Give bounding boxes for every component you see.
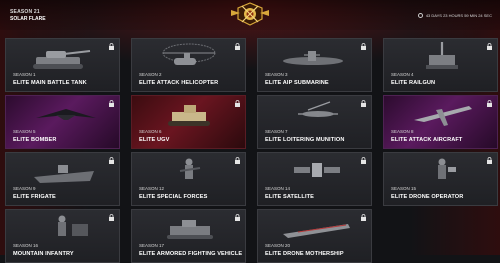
- lock-icon: [235, 43, 240, 50]
- card-elite-main-battle-tank[interactable]: SEASON 1 ELITE MAIN BATTLE TANK: [5, 38, 120, 92]
- lock-icon: [361, 214, 366, 221]
- card-title: ELITE ARMORED FIGHTING VEHICLE: [139, 251, 243, 257]
- season-header: SEASON 21 SOLAR FLARE: [10, 9, 46, 22]
- card-season: SEASON 5: [13, 129, 36, 134]
- clock-icon: [417, 13, 423, 18]
- card-season: SEASON 20: [265, 243, 291, 248]
- lock-icon: [235, 100, 240, 107]
- card-season: SEASON 8: [391, 129, 414, 134]
- season-label: SEASON 21: [10, 9, 40, 15]
- card-season: SEASON 9: [13, 186, 36, 191]
- card-season: SEASON 7: [265, 129, 288, 134]
- card-title: ELITE DRONE MOTHERSHIP: [265, 251, 344, 257]
- lock-icon: [109, 100, 114, 107]
- lock-icon: [487, 43, 492, 50]
- card-title: ELITE SPECIAL FORCES: [139, 194, 208, 200]
- card-elite-aip-submarine[interactable]: SEASON 3 ELITE AIP SUBMARINE: [257, 38, 372, 92]
- card-elite-attack-aircraft[interactable]: SEASON 8 ELITE ATTACK AIRCRAFT: [383, 95, 498, 149]
- season-name: SOLAR FLARE: [10, 16, 46, 22]
- card-title: ELITE MAIN BATTLE TANK: [13, 80, 87, 86]
- card-title: ELITE BOMBER: [13, 137, 57, 143]
- card-title: ELITE SATELLITE: [265, 194, 314, 200]
- card-season: SEASON 16: [13, 243, 39, 248]
- card-title: ELITE DRONE OPERATOR: [391, 194, 464, 200]
- card-elite-ugv[interactable]: SEASON 6 ELITE UGV: [131, 95, 246, 149]
- timer-text: 43 DAYS 23 HOURS 59 MIN 24 SEC: [425, 13, 492, 18]
- card-title: MOUNTAIN INFANTRY: [13, 251, 74, 257]
- lock-icon: [487, 100, 492, 107]
- lock-icon: [235, 157, 240, 164]
- card-title: ELITE ATTACK HELICOPTER: [139, 80, 219, 86]
- card-season: SEASON 6: [139, 129, 162, 134]
- card-elite-frigate[interactable]: SEASON 9 ELITE FRIGATE: [5, 152, 120, 206]
- card-title: ELITE RAILGUN: [391, 80, 436, 86]
- card-elite-drone-operator[interactable]: SEASON 15 ELITE DRONE OPERATOR: [383, 152, 498, 206]
- lock-icon: [235, 214, 240, 221]
- lock-icon: [487, 157, 492, 164]
- card-season: SEASON 4: [391, 72, 414, 77]
- card-season: SEASON 14: [265, 186, 291, 191]
- lock-icon: [109, 214, 114, 221]
- lock-icon: [361, 100, 366, 107]
- card-title: ELITE LOITERING MUNITION: [265, 137, 345, 143]
- card-elite-attack-helicopter[interactable]: SEASON 2 ELITE ATTACK HELICOPTER: [131, 38, 246, 92]
- card-season: SEASON 1: [13, 72, 36, 77]
- season-emblem-icon: [231, 2, 269, 26]
- card-season: SEASON 17: [139, 243, 165, 248]
- season-timer: 43 DAYS 23 HOURS 59 MIN 24 SEC: [417, 13, 492, 18]
- card-title: ELITE AIP SUBMARINE: [265, 80, 329, 86]
- card-season: SEASON 12: [139, 186, 165, 191]
- card-elite-railgun[interactable]: SEASON 4 ELITE RAILGUN: [383, 38, 498, 92]
- lock-icon: [361, 43, 366, 50]
- lock-icon: [109, 43, 114, 50]
- card-season: SEASON 3: [265, 72, 288, 77]
- card-elite-loitering-munition[interactable]: SEASON 7 ELITE LOITERING MUNITION: [257, 95, 372, 149]
- card-title: ELITE ATTACK AIRCRAFT: [391, 137, 463, 143]
- lock-icon: [361, 157, 366, 164]
- card-elite-bomber[interactable]: SEASON 5 ELITE BOMBER: [5, 95, 120, 149]
- card-season: SEASON 15: [391, 186, 417, 191]
- card-title: ELITE UGV: [139, 137, 170, 143]
- card-elite-special-forces[interactable]: SEASON 12 ELITE SPECIAL FORCES: [131, 152, 246, 206]
- card-season: SEASON 2: [139, 72, 162, 77]
- lock-icon: [109, 157, 114, 164]
- card-title: ELITE FRIGATE: [13, 194, 56, 200]
- card-elite-satellite[interactable]: SEASON 14 ELITE SATELLITE: [257, 152, 372, 206]
